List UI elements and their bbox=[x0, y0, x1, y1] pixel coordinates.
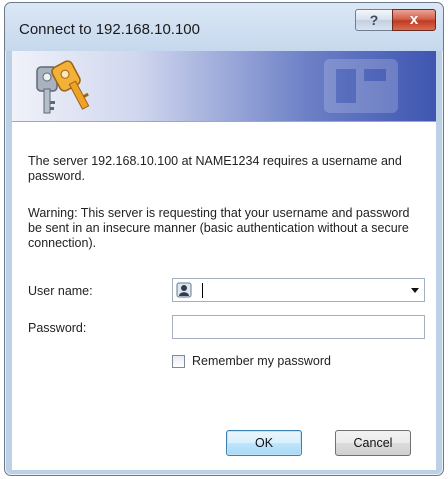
help-button[interactable]: ? bbox=[355, 9, 393, 31]
keys-icon bbox=[36, 60, 90, 114]
dialog-content: The server 192.168.10.100 at NAME1234 re… bbox=[12, 121, 436, 470]
security-warning: Warning: This server is requesting that … bbox=[28, 206, 410, 250]
password-label: Password: bbox=[28, 321, 87, 335]
password-field[interactable] bbox=[172, 315, 425, 339]
ok-button[interactable]: OK bbox=[226, 430, 302, 456]
remember-password-checkbox[interactable] bbox=[172, 355, 185, 368]
username-label: User name: bbox=[28, 284, 93, 298]
user-account-icon bbox=[176, 282, 192, 298]
cancel-button[interactable]: Cancel bbox=[335, 430, 411, 456]
server-message: The server 192.168.10.100 at NAME1234 re… bbox=[28, 154, 402, 183]
username-combobox[interactable] bbox=[172, 278, 425, 302]
login-dialog: Connect to 192.168.10.100 ? x The server… bbox=[4, 2, 444, 476]
banner-watermark-icon bbox=[324, 59, 398, 113]
close-button[interactable]: x bbox=[392, 9, 436, 31]
dialog-title: Connect to 192.168.10.100 bbox=[19, 21, 200, 38]
title-bar[interactable]: Connect to 192.168.10.100 ? x bbox=[5, 3, 443, 51]
text-cursor bbox=[202, 283, 203, 298]
remember-password-label[interactable]: Remember my password bbox=[192, 354, 331, 368]
dropdown-arrow-icon[interactable] bbox=[411, 288, 419, 293]
